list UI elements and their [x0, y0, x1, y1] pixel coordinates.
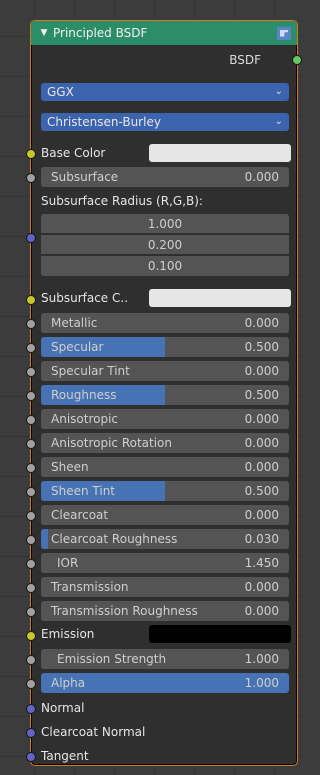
param-field[interactable]: Roughness 0.500 — [41, 385, 289, 405]
clearcoat-normal-label: Clearcoat Normal — [41, 725, 146, 739]
param-value: 0.000 — [244, 580, 279, 594]
param-label: Clearcoat — [51, 508, 109, 522]
subsurface-value: 0.000 — [244, 170, 279, 184]
param-field[interactable]: IOR 1.450 — [41, 553, 289, 573]
param-label: Specular — [51, 340, 104, 354]
subsurface-radius-label: Subsurface Radius (R,G,B): — [41, 194, 203, 208]
param-label: Specular Tint — [51, 364, 130, 378]
param-label: Anisotropic Rotation — [51, 436, 173, 450]
param-field[interactable]: Metallic 0.000 — [41, 313, 289, 333]
base-color-swatch[interactable] — [149, 144, 291, 162]
param-field[interactable]: Transmission 0.000 — [41, 577, 289, 597]
collapse-chevron-icon[interactable]: ▼ — [35, 28, 53, 38]
alpha-value: 1.000 — [244, 676, 279, 690]
param-label: Transmission — [51, 580, 129, 594]
param-value: 0.500 — [244, 484, 279, 498]
param-field[interactable]: Clearcoat 0.000 — [41, 505, 289, 525]
emission-strength-field[interactable]: Emission Strength 1.000 — [41, 649, 289, 669]
param-field[interactable]: Anisotropic 0.000 — [41, 409, 289, 429]
emission-swatch[interactable] — [149, 625, 291, 643]
param-value: 0.000 — [244, 436, 279, 450]
param-value: 1.450 — [244, 556, 279, 570]
normal-socket[interactable] — [26, 704, 36, 714]
node-preview-icon[interactable] — [277, 26, 291, 40]
param-socket[interactable] — [26, 607, 36, 617]
param-value: 0.000 — [244, 460, 279, 474]
distribution-dropdown[interactable]: GGX ⌄ — [41, 83, 289, 101]
param-fill — [41, 529, 49, 549]
output-bsdf-row: BSDF — [31, 49, 297, 71]
output-bsdf-label: BSDF — [229, 53, 261, 67]
alpha-field[interactable]: Alpha 1.000 — [41, 673, 289, 693]
param-socket[interactable] — [26, 583, 36, 593]
param-value: 0.500 — [244, 340, 279, 354]
param-label: Metallic — [51, 316, 98, 330]
emission-strength-socket[interactable] — [26, 655, 36, 665]
emission-socket[interactable] — [26, 631, 36, 641]
subsurface-color-swatch[interactable] — [149, 289, 291, 307]
param-socket[interactable] — [26, 487, 36, 497]
param-value: 0.000 — [244, 508, 279, 522]
param-socket[interactable] — [26, 511, 36, 521]
param-field[interactable]: Specular 0.500 — [41, 337, 289, 357]
param-field[interactable]: Specular Tint 0.000 — [41, 361, 289, 381]
param-value: 0.030 — [244, 532, 279, 546]
chevron-down-icon: ⌄ — [274, 86, 283, 97]
subsurface-method-dropdown[interactable]: Christensen-Burley ⌄ — [41, 113, 289, 131]
param-label: Sheen Tint — [51, 484, 116, 498]
param-socket[interactable] — [26, 367, 36, 377]
param-label: Transmission Roughness — [51, 604, 198, 618]
param-socket[interactable] — [26, 535, 36, 545]
emission-strength-value: 1.000 — [244, 652, 279, 666]
subsurface-radius-b[interactable]: 0.100 — [41, 256, 289, 276]
param-label: Clearcoat Roughness — [51, 532, 178, 546]
param-label: Anisotropic — [51, 412, 119, 426]
param-socket[interactable] — [26, 319, 36, 329]
tangent-socket[interactable] — [26, 752, 36, 762]
param-field[interactable]: Transmission Roughness 0.000 — [41, 601, 289, 621]
alpha-socket[interactable] — [26, 679, 36, 689]
normal-label: Normal — [41, 701, 85, 715]
subsurface-label: Subsurface — [51, 170, 119, 184]
principled-bsdf-node[interactable]: ▼ Principled BSDF BSDF GGX ⌄ Christensen… — [26, 20, 302, 766]
subsurface-color-label: Subsurface C.. — [41, 291, 129, 305]
base-color-label: Base Color — [41, 146, 106, 160]
subsurface-radius-g[interactable]: 0.200 — [41, 235, 289, 255]
emission-strength-label: Emission Strength — [57, 652, 167, 666]
param-socket[interactable] — [26, 391, 36, 401]
alpha-label: Alpha — [51, 676, 86, 690]
chevron-down-icon: ⌄ — [274, 116, 283, 127]
param-field[interactable]: Clearcoat Roughness 0.030 — [41, 529, 289, 549]
clearcoat-normal-socket[interactable] — [26, 728, 36, 738]
param-field[interactable]: Sheen 0.000 — [41, 457, 289, 477]
param-socket[interactable] — [26, 463, 36, 473]
distribution-value: GGX — [47, 85, 74, 99]
tangent-label: Tangent — [41, 749, 89, 763]
param-value: 0.000 — [244, 412, 279, 426]
param-label: Roughness — [51, 388, 117, 402]
param-value: 0.000 — [244, 604, 279, 618]
emission-label: Emission — [41, 627, 95, 641]
param-value: 0.000 — [244, 316, 279, 330]
param-socket[interactable] — [26, 415, 36, 425]
param-value: 0.500 — [244, 388, 279, 402]
param-field[interactable]: Anisotropic Rotation 0.000 — [41, 433, 289, 453]
param-field[interactable]: Sheen Tint 0.500 — [41, 481, 289, 501]
node-header[interactable]: ▼ Principled BSDF — [31, 21, 297, 45]
param-socket[interactable] — [26, 439, 36, 449]
subsurface-color-socket[interactable] — [26, 295, 36, 305]
param-socket[interactable] — [26, 343, 36, 353]
subsurface-radius-socket[interactable] — [26, 233, 36, 243]
subsurface-socket[interactable] — [26, 173, 36, 183]
param-socket[interactable] — [26, 559, 36, 569]
subsurface-radius-r[interactable]: 1.000 — [41, 214, 289, 234]
node-title: Principled BSDF — [53, 26, 148, 40]
subsurface-field[interactable]: Subsurface 0.000 — [41, 167, 289, 187]
output-bsdf-socket[interactable] — [292, 55, 302, 65]
param-label: IOR — [57, 556, 79, 570]
param-value: 0.000 — [244, 364, 279, 378]
param-label: Sheen — [51, 460, 89, 474]
subsurface-method-value: Christensen-Burley — [47, 115, 161, 129]
base-color-socket[interactable] — [26, 149, 36, 159]
